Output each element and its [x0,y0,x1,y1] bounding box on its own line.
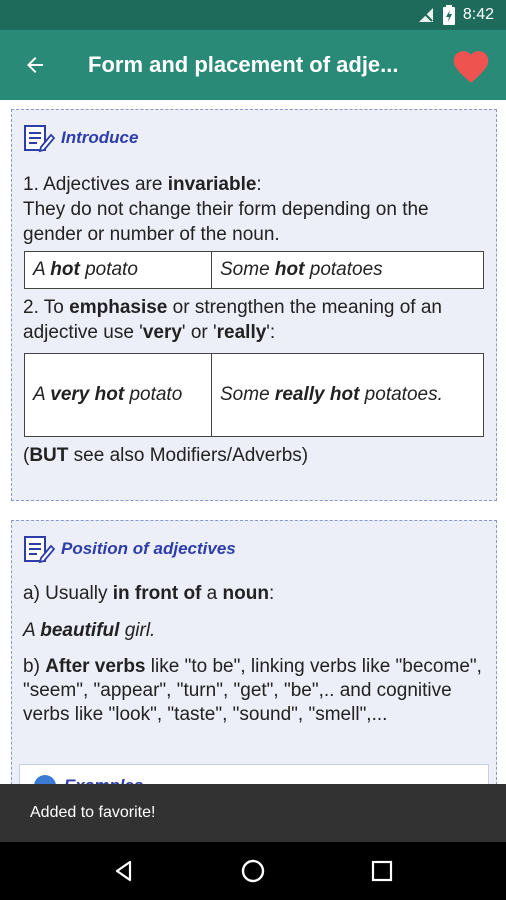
paragraph-usually: a) Usually in front of a noun: [23,583,275,604]
back-button[interactable] [0,30,70,100]
example-cell: Some hot potatoes [211,251,484,289]
card-title: Introduce [61,128,139,147]
app-bar: Form and placement of adje... [0,30,506,100]
content-scroll[interactable]: Introduce 1. Adjectives are invariable: … [0,100,506,784]
paragraph-but-note: (BUT see also Modifiers/Adverbs) [23,445,309,466]
paragraph-after-verbs: b) After verbs like "to be", linking ver… [23,656,482,725]
card-title: Position of adjectives [61,539,236,558]
paragraph-emphasise: 2. To emphasise or strengthen the meanin… [23,297,443,343]
status-bar: 8:42 [0,0,506,30]
card-position: Position of adjectives a) Usually in fro… [11,520,497,784]
examples-label: Examples [64,776,143,784]
note-edit-icon [23,122,59,154]
favorite-button[interactable] [436,30,506,100]
circle-home-icon [241,859,265,883]
snackbar: Added to favorite! [0,784,506,842]
square-recents-icon [371,860,392,882]
triangle-back-icon [116,860,132,882]
clock-time: 8:42 [462,6,494,23]
examples-box[interactable]: Examples [19,764,489,784]
page-title: Form and placement of adje... [88,52,399,77]
snackbar-message: Added to favorite! [30,804,156,821]
example-cell: Some really hot potatoes. [211,353,484,437]
nav-home-button[interactable] [223,842,283,900]
card-header: Position of adjectives [23,529,486,569]
example-table-2: A very hot potato Some really hot potato… [24,353,484,437]
examples-icon [34,775,56,784]
battery-icon [442,5,455,25]
example-sentence: A beautiful girl. [23,620,156,641]
nav-recents-button[interactable] [352,842,412,900]
example-table-1: A hot potato Some hot potatoes [24,251,484,289]
card-header: Introduce [23,118,486,158]
paragraph-invariable: 1. Adjectives are invariable: They do no… [23,174,429,245]
navigation-bar [0,842,506,900]
example-cell: A very hot potato [24,353,212,437]
example-cell: A hot potato [24,251,212,289]
card-introduce: Introduce 1. Adjectives are invariable: … [11,109,497,501]
heart-icon [453,51,489,83]
note-edit-icon [23,533,59,565]
arrow-back-icon [27,57,43,73]
nav-back-button[interactable] [94,842,154,900]
no-sim-icon [417,6,435,24]
